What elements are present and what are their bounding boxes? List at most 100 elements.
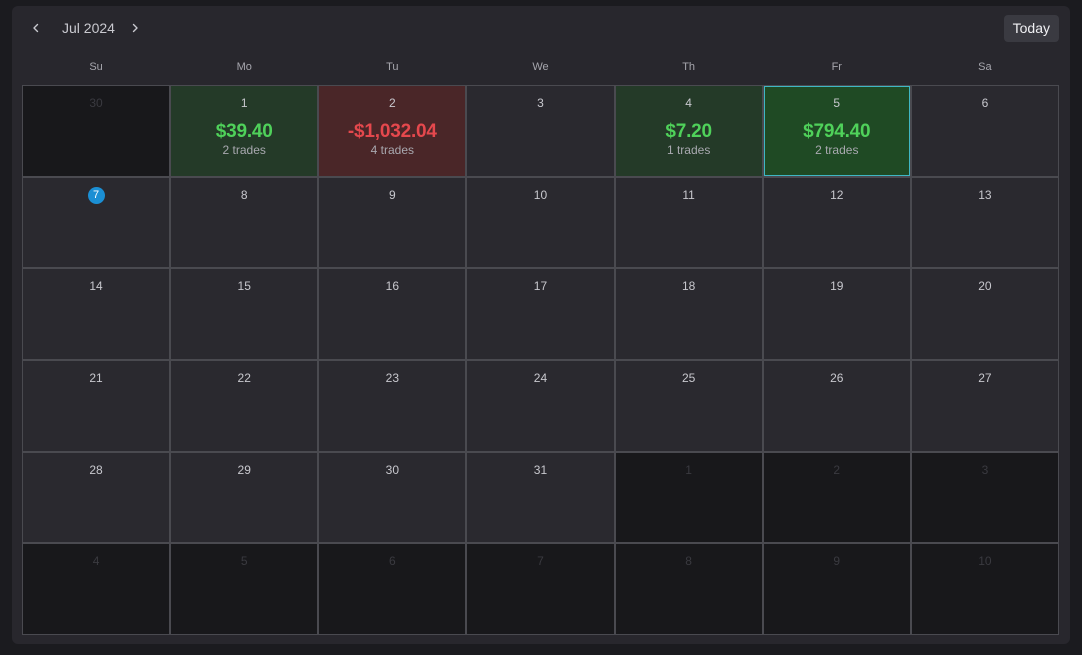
- next-month-button[interactable]: [123, 16, 147, 40]
- day-cell[interactable]: 10: [467, 177, 614, 268]
- today-button[interactable]: Today: [1003, 15, 1059, 42]
- weekday-label: Fr: [831, 61, 842, 73]
- month-label: Jul 2024: [62, 20, 115, 36]
- day-cell-outside-month[interactable]: 3: [911, 452, 1058, 543]
- calendar-header: Jul 2024 Today: [12, 6, 1070, 52]
- day-cell-outside-month[interactable]: 8: [615, 544, 762, 634]
- day-cell-outside-month[interactable]: 10: [911, 544, 1058, 634]
- day-number: 29: [237, 462, 251, 477]
- day-trade-count: 4 trades: [370, 143, 415, 157]
- day-cell-outside-month[interactable]: 9: [763, 544, 910, 634]
- chevron-right-icon: [132, 23, 138, 33]
- day-pnl: $7.20: [665, 121, 712, 142]
- day-number: 4: [685, 96, 692, 110]
- day-cell[interactable]: 13: [911, 177, 1058, 268]
- day-number: 13: [978, 187, 992, 202]
- weekday-label: Su: [89, 61, 103, 73]
- day-cell[interactable]: 30: [319, 452, 466, 543]
- calendar-grid: 30 1 $39.40 2 trades 2 -$1,032.04 4 trades 3 4 $7…: [22, 85, 1059, 635]
- day-cell[interactable]: 15: [171, 269, 318, 359]
- day-number: 1: [685, 462, 692, 477]
- day-cell[interactable]: 4 $7.20 1 trades: [615, 86, 762, 176]
- day-number: 3: [981, 462, 989, 477]
- weekday-label: Mo: [236, 61, 252, 73]
- day-cell-outside-month[interactable]: 1: [615, 452, 762, 543]
- day-cell[interactable]: 12: [763, 177, 910, 268]
- day-pnl: $794.40: [803, 121, 871, 142]
- day-number: 2: [833, 462, 841, 477]
- weekday-header-row: Su Mo Tu We Th Fr Sa: [22, 56, 1059, 78]
- day-pnl: $39.40: [215, 121, 273, 142]
- day-trade-count: 2 trades: [222, 143, 266, 157]
- today-marker: 7: [87, 186, 105, 204]
- day-number: 12: [830, 187, 844, 202]
- weekday-label: Tu: [386, 61, 399, 73]
- day-number: 1: [240, 96, 248, 110]
- day-number: 6: [389, 554, 396, 569]
- day-number: 2: [389, 96, 396, 110]
- day-cell[interactable]: 23: [319, 360, 466, 451]
- day-cell[interactable]: 26: [763, 360, 910, 451]
- day-cell[interactable]: 2 -$1,032.04 4 trades: [319, 86, 466, 176]
- prev-month-button[interactable]: [24, 16, 48, 40]
- day-cell[interactable]: 31: [467, 452, 614, 543]
- day-number: 3: [537, 96, 544, 110]
- day-number: 26: [830, 370, 844, 385]
- day-cell[interactable]: 22: [171, 360, 318, 451]
- day-trade-count: 2 trades: [815, 143, 859, 157]
- day-number: 8: [240, 187, 248, 202]
- day-number: 23: [385, 370, 400, 385]
- trade-calendar: Jul 2024 Today Su Mo Tu We Th Fr Sa 30 1 $…: [12, 6, 1070, 644]
- day-number: 11: [682, 187, 695, 202]
- day-cell[interactable]: 17: [467, 269, 614, 359]
- day-number: 28: [89, 462, 103, 477]
- day-cell[interactable]: 7: [23, 177, 170, 268]
- day-cell-outside-month[interactable]: 5: [171, 544, 318, 634]
- day-number: 25: [681, 370, 696, 385]
- weekday-label: We: [532, 61, 549, 73]
- day-cell-outside-month[interactable]: 4: [23, 544, 170, 634]
- day-number: 30: [89, 96, 103, 110]
- day-cell[interactable]: 1 $39.40 2 trades: [171, 86, 318, 176]
- day-cell-outside-month[interactable]: 30: [23, 86, 170, 176]
- day-cell[interactable]: 27: [911, 360, 1058, 451]
- day-cell-outside-month[interactable]: 7: [467, 544, 614, 634]
- day-number: 9: [833, 554, 841, 569]
- day-cell[interactable]: 21: [23, 360, 170, 451]
- day-cell[interactable]: 25: [615, 360, 762, 451]
- day-number: 5: [240, 554, 248, 569]
- day-number: 15: [237, 279, 251, 294]
- day-cell[interactable]: 19: [763, 269, 910, 359]
- day-number: 20: [978, 279, 992, 294]
- day-cell[interactable]: 29: [171, 452, 318, 543]
- day-number: 7: [537, 554, 544, 569]
- day-number: 22: [237, 370, 251, 385]
- day-number: 18: [681, 279, 696, 294]
- day-cell[interactable]: 18: [615, 269, 762, 359]
- day-cell[interactable]: 20: [911, 269, 1058, 359]
- day-number: 24: [533, 370, 548, 385]
- day-cell[interactable]: 28: [23, 452, 170, 543]
- day-number: 4: [92, 554, 100, 569]
- day-cell-outside-month[interactable]: 2: [763, 452, 910, 543]
- day-number: 30: [385, 462, 400, 477]
- day-number: 9: [389, 187, 396, 202]
- day-number: 8: [685, 554, 692, 569]
- day-number: 21: [89, 370, 103, 385]
- day-number: 6: [981, 96, 989, 110]
- day-cell[interactable]: 24: [467, 360, 614, 451]
- day-cell[interactable]: 3: [467, 86, 614, 176]
- day-cell[interactable]: 9: [319, 177, 466, 268]
- day-trade-count: 1 trades: [666, 143, 711, 157]
- day-number: 31: [533, 462, 548, 477]
- day-cell[interactable]: 11: [615, 177, 762, 268]
- day-cell[interactable]: 6: [911, 86, 1058, 176]
- day-cell[interactable]: 14: [23, 269, 170, 359]
- day-number: 10: [533, 187, 548, 202]
- day-cell-outside-month[interactable]: 6: [319, 544, 466, 634]
- weekday-label: Th: [682, 61, 696, 73]
- day-cell[interactable]: 5 $794.40 2 trades: [763, 86, 910, 176]
- day-cell[interactable]: 16: [319, 269, 466, 359]
- day-number: 16: [385, 279, 400, 294]
- day-cell[interactable]: 8: [171, 177, 318, 268]
